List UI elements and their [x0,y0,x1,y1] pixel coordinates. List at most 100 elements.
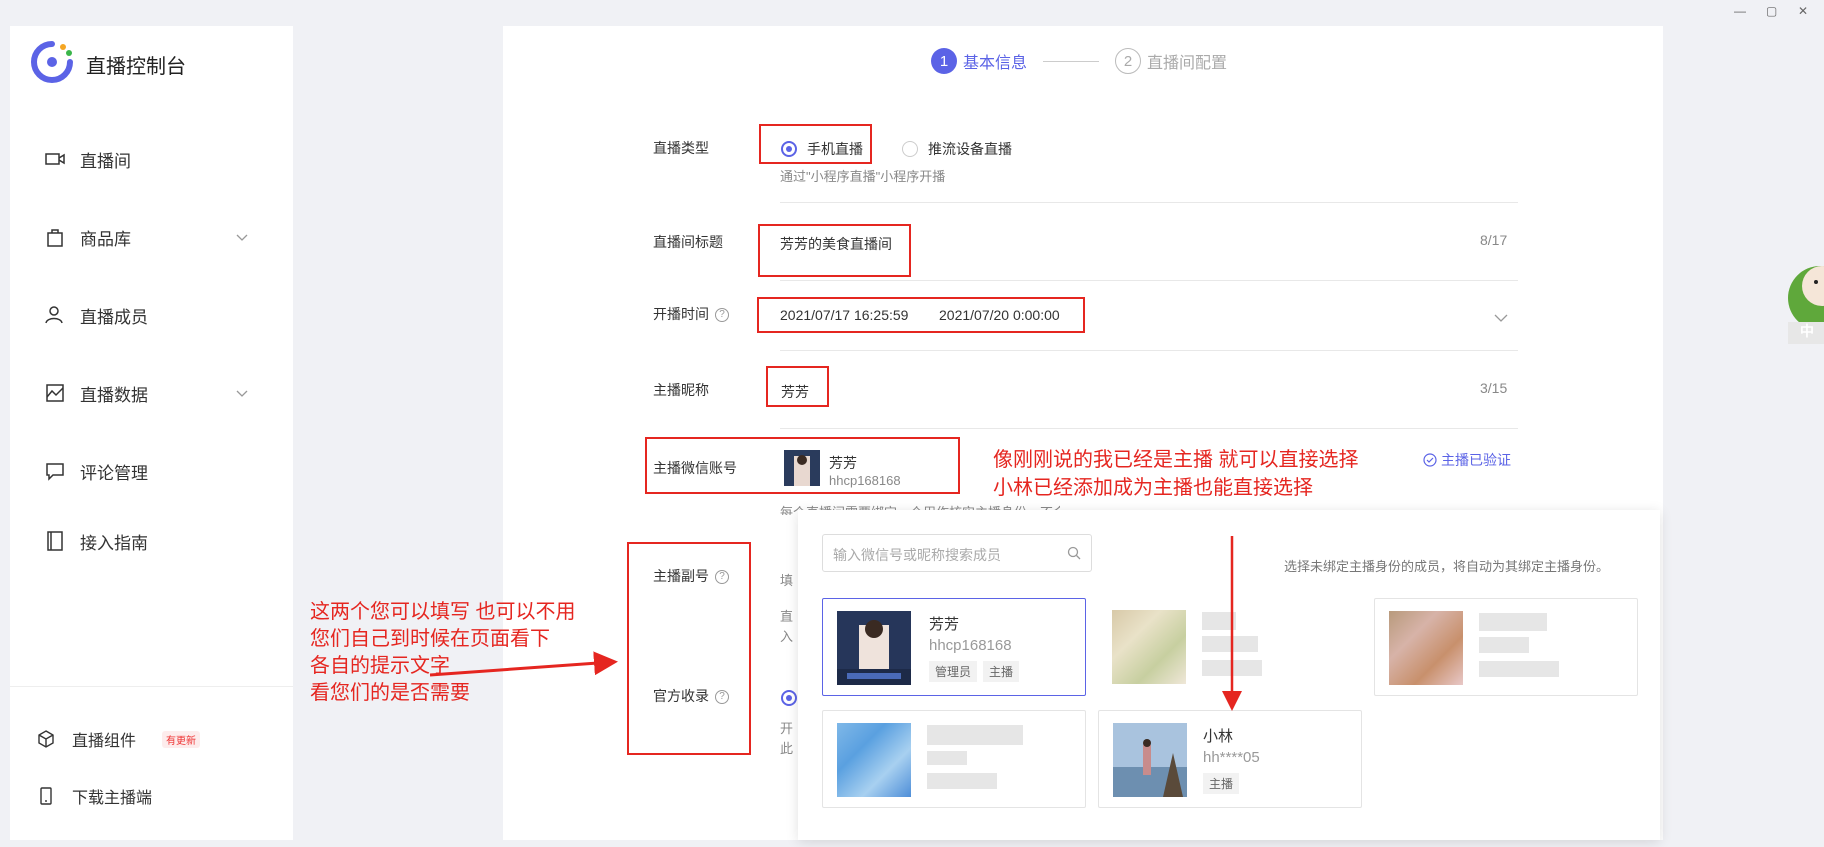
blurred-text [1479,613,1547,631]
annotation-text: 小林已经添加成为主播也能直接选择 [993,477,1313,499]
step-basic-info[interactable]: 1 基本信息 [931,48,1027,74]
search-icon [1067,546,1081,560]
title-counter: 8/17 [1480,232,1508,248]
window-titlebar: — ▢ ✕ [0,0,1824,26]
blurred-text [1202,636,1258,652]
sidebar-item-label: 直播组件 [72,733,137,750]
blurred-text [927,725,1023,745]
sub-hint: 入 [780,629,794,644]
chevron-down-icon[interactable] [234,229,250,245]
member-avatar [837,611,911,685]
member-id: hh****05 [1203,749,1260,766]
member-card-blurred[interactable] [1374,598,1638,696]
step-label: 直播间配置 [1147,55,1228,72]
step-number: 2 [1115,48,1142,74]
annotation-text: 像刚刚说的我已经是主播 就可以直接选择 [993,449,1359,471]
sidebar-divider [10,686,293,687]
sidebar-item-label: 评论管理 [80,463,148,483]
step-room-config[interactable]: 2 直播间配置 [1115,48,1227,74]
blurred-text [1202,612,1236,630]
app-logo-icon [31,41,73,83]
nickname-label: 主播昵称 [653,382,709,398]
blurred-text [927,773,997,789]
sidebar-item-label: 下载主播端 [72,790,153,807]
sidebar-item-members[interactable]: 直播成员 [44,300,264,330]
sub-hint: 直 [780,609,794,624]
sub-hint: 填 [780,573,794,588]
cube-icon [38,730,54,748]
annotation-text: 您们自己到时候在页面看下 [310,628,550,650]
sidebar-item-label: 直播成员 [80,307,148,327]
highlight-box [645,437,960,494]
chevron-down-icon[interactable] [1493,310,1509,326]
member-card[interactable]: 芳芳 hhcp168168 管理员 主播 [822,598,1086,696]
highlight-box [758,224,911,277]
sidebar-item-products[interactable]: 商品库 [44,222,264,252]
member-icon [45,306,63,324]
sidebar-item-data[interactable]: 直播数据 [44,378,264,408]
panel-tip: 选择未绑定主播身份的成员，将自动为其绑定主播身份。 [1284,559,1610,574]
member-name: 小林 [1203,728,1234,745]
official-hint: 开 [780,721,794,736]
step-label: 基本信息 [963,55,1028,72]
step-number: 1 [931,48,957,74]
sidebar-item-download[interactable]: 下载主播端 [36,783,152,809]
radio-push-live[interactable]: 推流设备直播 [902,139,1012,159]
radio-label: 推流设备直播 [928,141,1012,157]
maximize-icon[interactable]: ▢ [1766,4,1777,18]
sidebar: 直播控制台 直播间 商品库 直播成员 直播数据 评论管理 接入指南 直播组件 有… [10,26,293,840]
official-hint: 此 [780,741,794,756]
update-badge: 有更新 [162,730,201,748]
type-label: 直播类型 [653,140,709,156]
blurred-text [1202,660,1262,676]
member-card-blurred[interactable] [822,710,1086,808]
phone-icon [40,787,52,805]
member-card-blurred[interactable] [1098,598,1362,696]
member-name: 芳芳 [929,616,960,633]
highlight-box [757,297,1085,333]
minimize-icon[interactable]: — [1734,4,1746,18]
sidebar-item-label: 直播间 [80,151,131,171]
stepper: 1 基本信息 2 直播间配置 [931,48,1227,74]
sidebar-item-label: 直播数据 [80,385,148,405]
highlight-box [766,366,829,407]
blurred-text [1479,661,1559,677]
title-label: 直播间标题 [653,234,723,250]
member-tags: 主播 [1203,773,1240,794]
annotation-text: 看您们的是否需要 [310,682,470,704]
role-tag: 主播 [983,661,1020,682]
highlight-box [759,124,872,164]
radio-unchecked-icon [902,141,918,157]
nickname-counter: 3/15 [1480,380,1508,396]
member-card[interactable]: 小林 hh****05 主播 [1098,710,1362,808]
video-camera-icon [45,153,65,165]
sidebar-item-components[interactable]: 直播组件 有更新 [36,726,201,752]
verified-status: 主播已验证 [1423,450,1511,470]
help-icon[interactable]: ? [715,308,729,323]
mascot-label: 中 [1800,323,1814,339]
annotation-text: 这两个您可以填写 也可以不用 [310,601,576,623]
divider [780,280,1518,281]
role-tag: 主播 [1203,773,1240,794]
radio-checked-icon [781,690,797,706]
blurred-text [1479,637,1529,653]
app-title: 直播控制台 [86,56,186,78]
sidebar-item-comments[interactable]: 评论管理 [44,456,264,486]
chevron-down-icon[interactable] [234,385,250,401]
blurred-text [927,751,967,765]
divider [780,350,1518,351]
sidebar-item-guide[interactable]: 接入指南 [44,526,264,556]
sidebar-item-label: 商品库 [80,229,131,249]
member-avatar [1112,610,1186,684]
role-tag: 管理员 [929,661,978,682]
type-hint: 通过"小程序直播"小程序开播 [780,169,946,184]
member-avatar [1113,723,1187,797]
close-icon[interactable]: ✕ [1798,4,1808,18]
sidebar-item-live-room[interactable]: 直播间 [44,144,264,174]
member-avatar [837,723,911,797]
chart-icon [46,384,64,402]
step-connector [1043,60,1100,62]
annotation-text: 各自的提示文字 [310,655,450,677]
member-search-input[interactable]: 输入微信号或昵称搜索成员 [822,534,1092,572]
highlight-box [627,542,751,755]
